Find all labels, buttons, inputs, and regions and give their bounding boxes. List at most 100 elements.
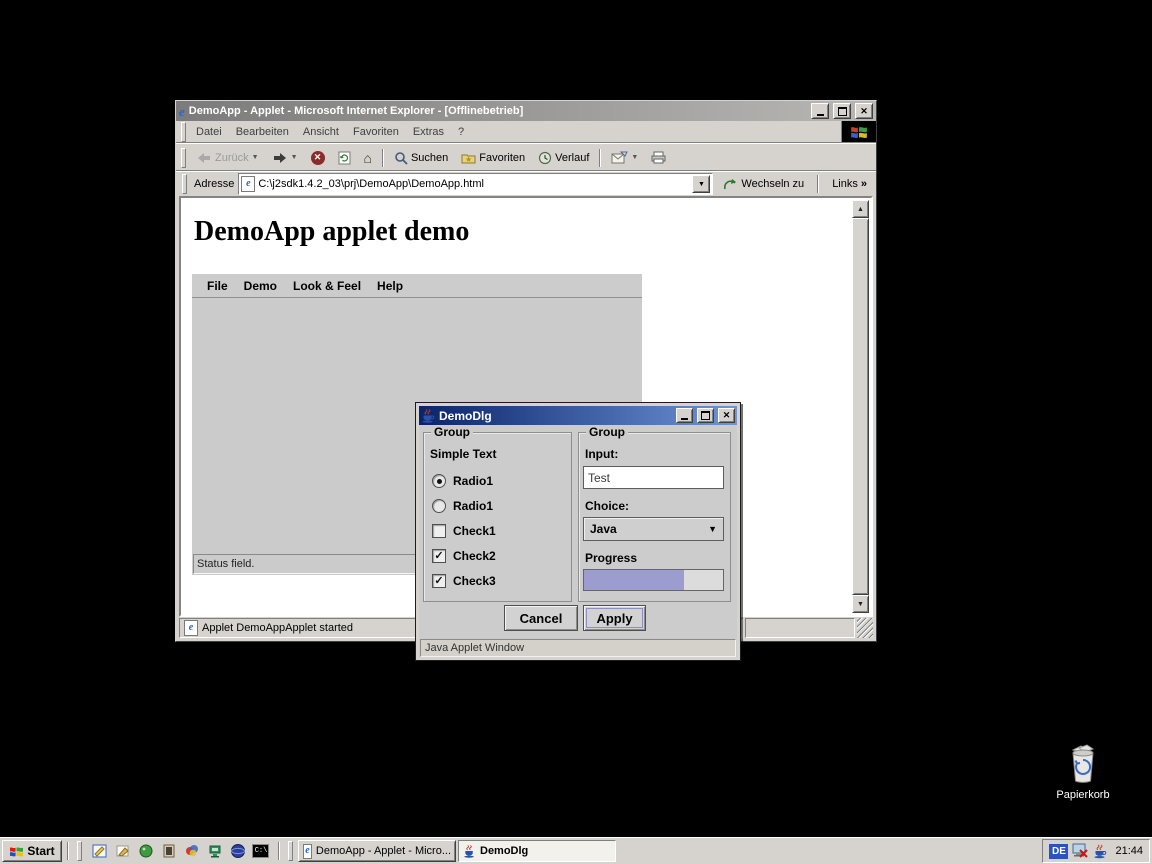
maximize-icon <box>838 107 847 116</box>
scroll-down-button[interactable]: ▼ <box>852 595 869 613</box>
close-button[interactable]: ✕ <box>855 103 873 119</box>
quick-launch-bar: C:\ <box>87 842 273 860</box>
minimize-button[interactable] <box>811 103 829 119</box>
history-button[interactable]: Verlauf <box>532 148 595 168</box>
ie-menubar: Datei Bearbeiten Ansicht Favoriten Extra… <box>176 121 876 143</box>
back-dropdown-icon[interactable]: ▼ <box>252 154 259 161</box>
menu-help[interactable]: ? <box>451 123 471 141</box>
taskband-grip[interactable] <box>288 841 293 861</box>
menu-favoriten[interactable]: Favoriten <box>346 123 406 141</box>
write-note-icon[interactable] <box>114 842 132 860</box>
recycle-bin-shortcut[interactable]: Papierkorb <box>1048 744 1118 801</box>
check3-checkbox[interactable]: ✓ <box>432 574 446 588</box>
window-resize-grip[interactable] <box>857 618 873 638</box>
scroll-up-button[interactable]: ▲ <box>852 200 869 218</box>
recycle-bin-label[interactable]: Papierkorb <box>1048 789 1118 801</box>
stop-button[interactable]: ✕ <box>305 148 331 168</box>
vertical-scrollbar[interactable]: ▲ ▼ <box>852 200 869 613</box>
start-button[interactable]: Start <box>2 840 62 862</box>
java-cup-icon <box>421 409 435 423</box>
forward-button[interactable]: ▼ <box>266 149 304 167</box>
green-app-icon[interactable] <box>137 842 155 860</box>
check-row-1: Check1 <box>432 524 496 538</box>
apply-label: Apply <box>596 611 632 626</box>
menu-ansicht[interactable]: Ansicht <box>296 123 346 141</box>
search-button[interactable]: Suchen <box>388 148 454 168</box>
back-arrow-icon <box>196 152 212 164</box>
svg-text:★: ★ <box>465 155 472 164</box>
toolbar-separator-2 <box>599 149 601 167</box>
input-field[interactable] <box>584 471 723 485</box>
applet-menu-lookfeel[interactable]: Look & Feel <box>285 279 369 293</box>
media-player-icon[interactable] <box>183 842 201 860</box>
check1-label: Check1 <box>453 524 496 538</box>
dialog-maximize-button[interactable] <box>697 408 714 423</box>
status-page-icon: e <box>184 620 198 636</box>
refresh-button[interactable] <box>332 148 357 168</box>
stop-icon: ✕ <box>311 151 325 165</box>
maximize-button[interactable] <box>833 103 851 119</box>
radio-row-1: Radio1 <box>432 474 493 488</box>
dialog-minimize-button[interactable] <box>676 408 693 423</box>
home-button[interactable]: ⌂ <box>358 148 378 168</box>
tray-java-cup-icon[interactable] <box>1093 844 1107 859</box>
keyboard-layout-indicator[interactable]: DE <box>1049 844 1068 859</box>
cancel-button[interactable]: Cancel <box>504 605 578 631</box>
network-tree-icon[interactable] <box>206 842 224 860</box>
choice-value: Java <box>590 522 617 536</box>
address-label: Adresse <box>194 178 234 190</box>
choice-combobox[interactable]: Java ▼ <box>583 517 724 541</box>
apply-button[interactable]: Apply <box>583 605 646 631</box>
back-button[interactable]: Zurück ▼ <box>190 149 265 167</box>
dialog-close-button[interactable]: ✕ <box>718 408 735 423</box>
choice-label: Choice: <box>585 499 629 513</box>
dialog-body: Group Simple Text Radio1 Radio1 Check1 ✓… <box>419 425 737 657</box>
back-label: Zurück <box>215 152 249 164</box>
applet-menu-demo[interactable]: Demo <box>236 279 285 293</box>
ie-toolbar: Zurück ▼ ▼ ✕ ⌂ Suchen ★ Favoriten Verlau… <box>176 143 876 171</box>
task-button-demodlg[interactable]: DemoDlg <box>458 840 616 862</box>
links-button[interactable]: Links » <box>826 175 873 193</box>
refresh-icon <box>338 151 351 165</box>
history-icon <box>538 151 552 165</box>
address-dropdown-button[interactable]: ▼ <box>692 175 710 193</box>
menu-extras[interactable]: Extras <box>406 123 451 141</box>
toolbar-separator <box>382 149 384 167</box>
addressbar-grip[interactable] <box>182 174 187 194</box>
mail-button[interactable]: ▼ <box>605 148 644 167</box>
print-button[interactable] <box>645 148 673 167</box>
check2-checkbox[interactable]: ✓ <box>432 549 446 563</box>
command-prompt-icon[interactable]: C:\ <box>252 844 269 858</box>
quicklaunch-grip[interactable] <box>77 841 82 861</box>
dialog-title: DemoDlg <box>439 409 672 423</box>
forward-dropdown-icon[interactable]: ▼ <box>291 154 298 161</box>
applet-menubar: File Demo Look & Feel Help <box>192 274 642 298</box>
globe-icon[interactable] <box>229 842 247 860</box>
address-book-icon[interactable] <box>160 842 178 860</box>
check1-checkbox[interactable] <box>432 524 446 538</box>
favorites-button[interactable]: ★ Favoriten <box>455 149 531 167</box>
menubar-grip[interactable] <box>181 122 186 142</box>
applet-menu-help[interactable]: Help <box>369 279 411 293</box>
dialog-titlebar[interactable]: DemoDlg ✕ <box>419 406 737 425</box>
links-chevron-icon[interactable]: » <box>861 178 867 190</box>
radio1-selected[interactable] <box>432 474 446 488</box>
toolbar-grip[interactable] <box>181 148 186 168</box>
task-button-demoapp[interactable]: e DemoApp - Applet - Micro... <box>298 840 456 862</box>
menu-bearbeiten[interactable]: Bearbeiten <box>229 123 296 141</box>
mail-icon <box>611 151 628 164</box>
scrollbar-thumb[interactable] <box>852 218 869 595</box>
address-field: e ▼ <box>238 173 713 195</box>
offline-network-icon[interactable] <box>1072 843 1089 859</box>
clock[interactable]: 21:44 <box>1111 845 1143 857</box>
show-desktop-icon[interactable] <box>91 842 109 860</box>
address-input[interactable] <box>258 178 689 190</box>
go-button[interactable]: Wechseln zu <box>717 175 810 194</box>
applet-menu-file[interactable]: File <box>199 279 236 293</box>
menu-datei[interactable]: Datei <box>189 123 229 141</box>
check3-label: Check3 <box>453 574 496 588</box>
ie-titlebar[interactable]: e DemoApp - Applet - Microsoft Internet … <box>176 101 876 121</box>
mail-dropdown-icon[interactable]: ▼ <box>631 154 638 161</box>
radio2-unselected[interactable] <box>432 499 446 513</box>
start-windows-flag-icon <box>9 845 24 858</box>
